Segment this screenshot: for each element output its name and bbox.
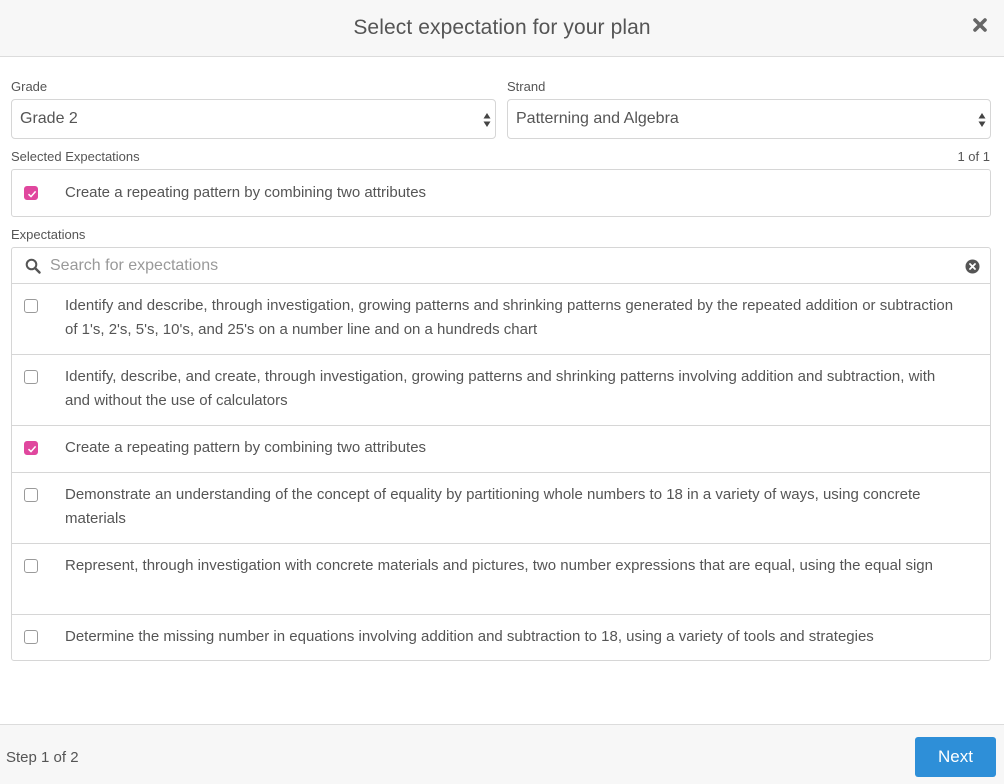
expectation-item[interactable]: Identify, describe, and create, through … (12, 355, 990, 426)
expectation-checkbox[interactable] (24, 488, 38, 502)
expectation-item[interactable]: Demonstrate an understanding of the conc… (12, 473, 990, 544)
select-arrows-icon (483, 113, 491, 127)
modal-footer: Step 1 of 2 Next (0, 724, 1004, 784)
strand-select-value: Patterning and Algebra (516, 110, 679, 127)
expectation-text: Represent, through investigation with co… (65, 557, 933, 574)
select-arrows-icon (978, 113, 986, 127)
expectations-label: Expectations (11, 227, 86, 242)
modal-header: Select expectation for your plan (0, 0, 1004, 57)
grade-select-value: Grade 2 (20, 110, 78, 127)
expectation-text: Identify, describe, and create, through … (65, 368, 936, 409)
expectation-text: Create a repeating pattern by combining … (65, 439, 427, 456)
expectations-list: Identify and describe, through investiga… (11, 247, 991, 661)
strand-label: Strand (507, 79, 546, 94)
next-button[interactable]: Next (915, 737, 996, 777)
search-input[interactable] (50, 252, 930, 280)
checkmark-icon (27, 190, 37, 198)
expectation-checkbox[interactable] (24, 299, 38, 313)
expectation-item[interactable]: Create a repeating pattern by combining … (12, 426, 990, 473)
close-button[interactable] (970, 15, 990, 35)
search-bar (12, 248, 990, 284)
selected-expectations-label: Selected Expectations (11, 149, 140, 164)
expectation-item[interactable]: Identify and describe, through investiga… (12, 284, 990, 355)
expectation-checkbox[interactable] (24, 441, 38, 455)
expectation-text: Demonstrate an understanding of the conc… (65, 486, 921, 527)
grade-select[interactable]: Grade 2 (11, 99, 496, 139)
close-icon (973, 18, 987, 32)
expectation-item[interactable]: Represent, through investigation with co… (12, 544, 990, 615)
selected-expectation-text: Create a repeating pattern by combining … (65, 184, 427, 201)
selected-expectation-item[interactable]: Create a repeating pattern by combining … (12, 170, 990, 216)
selected-counter: 1 of 1 (957, 149, 990, 164)
strand-select[interactable]: Patterning and Algebra (507, 99, 991, 139)
clear-search-icon[interactable] (965, 259, 980, 274)
grade-label: Grade (11, 79, 48, 94)
search-icon (25, 258, 41, 274)
expectation-checkbox[interactable] (24, 630, 38, 644)
expectation-item[interactable]: Determine the missing number in equation… (12, 615, 990, 660)
expectation-text: Determine the missing number in equation… (65, 628, 874, 645)
modal-title: Select expectation for your plan (353, 16, 651, 39)
expectation-text: Identify and describe, through investiga… (65, 297, 954, 338)
expectation-checkbox[interactable] (24, 370, 38, 384)
step-indicator: Step 1 of 2 (6, 749, 79, 766)
selected-expectations-box: Create a repeating pattern by combining … (11, 169, 991, 217)
expectation-checkbox[interactable] (24, 559, 38, 573)
selected-expectation-checkbox[interactable] (24, 186, 38, 200)
checkmark-icon (27, 445, 37, 453)
